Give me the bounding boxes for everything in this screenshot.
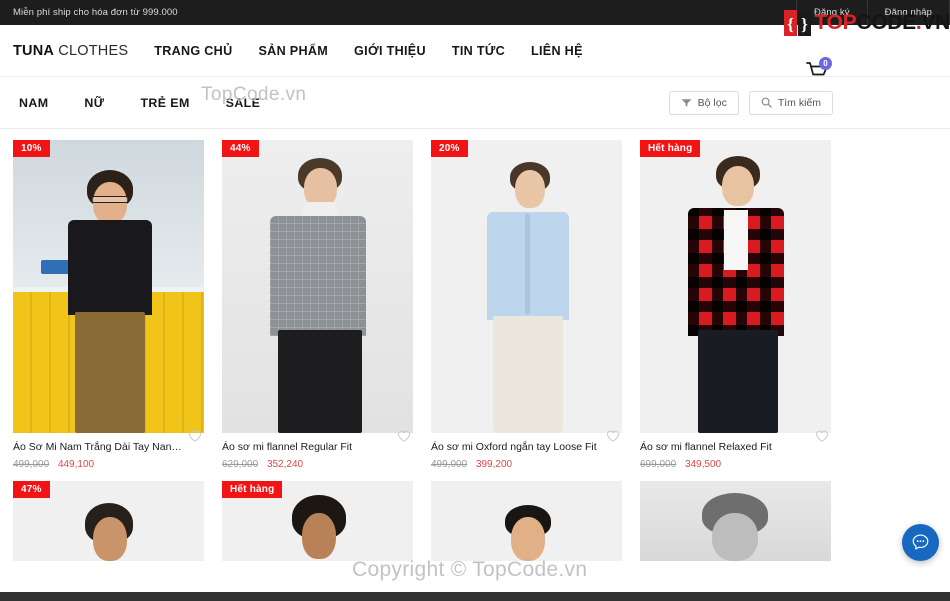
product-badge: 44% (222, 140, 259, 157)
product-photo-bw-portrait (640, 481, 831, 561)
heart-icon[interactable] (815, 429, 829, 443)
logo-top-text: TOP (814, 11, 857, 34)
category-list: NAM NỮ TRẺ EM SALE (0, 96, 260, 110)
product-price-row: 499,000 449,100 (13, 459, 204, 470)
heart-icon[interactable] (606, 429, 620, 443)
topcode-logo-watermark: { } TOPCODE.VN (783, 8, 950, 38)
product-price-old: 499,000 (431, 459, 468, 470)
category-nu[interactable]: NỮ (84, 96, 104, 110)
main-navigation: TRANG CHỦ SẢN PHẨM GIỚI THIỆU TIN TỨC LI… (154, 44, 583, 58)
brand-name-bold: TUNA (13, 42, 55, 59)
product-image (431, 481, 622, 561)
chat-bubble-icon (912, 534, 929, 550)
product-price-old: 629,000 (222, 459, 259, 470)
category-nam[interactable]: NAM (19, 96, 48, 110)
product-image: 44% (222, 140, 413, 433)
product-title: Áo sơ mi flannel Regular Fit (222, 441, 353, 453)
brand-name-light: CLOTHES (54, 42, 129, 59)
product-price-new: 449,100 (57, 459, 95, 470)
filter-icon (681, 98, 692, 107)
brand-logo[interactable]: TUNA CLOTHES (0, 43, 128, 59)
svg-text:{: { (787, 15, 794, 34)
heart-icon[interactable] (397, 429, 411, 443)
nav-item-about[interactable]: GIỚI THIỆU (354, 44, 426, 58)
product-photo-blue-oxford (431, 140, 622, 433)
product-card[interactable]: 44% Áo sơ mi flannel Regular Fit 629,000… (222, 140, 413, 470)
product-grid: 10% Áo Sơ Mi Nam Trắng Dài Tay Nano Kh..… (0, 129, 950, 561)
product-badge: Hết hàng (640, 140, 701, 157)
category-bar: NAM NỮ TRẺ EM SALE Bộ lọc Tìm kiếm (0, 77, 950, 129)
watermark-bottom: Copyright © TopCode.vn (352, 558, 588, 581)
product-image: Hết hàng (640, 140, 831, 433)
logo-vn-text: VN (921, 11, 950, 34)
category-actions: Bộ lọc Tìm kiếm (668, 90, 833, 115)
braces-logo-icon: { } (783, 8, 813, 38)
product-image (640, 481, 831, 561)
product-price-row: 699,000 349,500 (640, 459, 831, 470)
product-price-new: 352,240 (266, 459, 304, 470)
svg-text:}: } (801, 15, 808, 34)
product-price-new: 349,500 (684, 459, 722, 470)
product-photo-green-shirt (431, 481, 622, 561)
product-title: Áo sơ mi flannel Relaxed Fit (640, 441, 772, 453)
nav-item-contact[interactable]: LIÊN HỆ (531, 44, 583, 58)
product-price-row: 629,000 352,240 (222, 459, 413, 470)
product-image: 20% (431, 140, 622, 433)
page-root: Miễn phí ship cho hóa đơn từ 999.000 Đăn… (0, 0, 950, 601)
product-photo-red-plaid (640, 140, 831, 433)
product-price-old: 699,000 (640, 459, 677, 470)
product-image: 47% (13, 481, 204, 561)
product-badge: 20% (431, 140, 468, 157)
heart-icon[interactable] (188, 429, 202, 443)
search-button-label: Tìm kiếm (777, 96, 821, 109)
product-card[interactable] (431, 481, 622, 561)
search-icon (761, 97, 772, 108)
product-photo-grey-flannel (222, 140, 413, 433)
product-image: 10% (13, 140, 204, 433)
nav-item-products[interactable]: SẢN PHẨM (258, 44, 328, 58)
nav-item-home[interactable]: TRANG CHỦ (154, 44, 232, 58)
logo-code-text: CODE (856, 11, 916, 34)
topcode-logo-text: TOPCODE.VN (815, 8, 950, 38)
category-sale[interactable]: SALE (226, 96, 261, 110)
product-card[interactable]: 47% (13, 481, 204, 561)
chat-widget-button[interactable] (902, 524, 939, 561)
product-card[interactable]: Hết hàng (222, 481, 413, 561)
product-photo-station (13, 140, 204, 433)
product-badge: 47% (13, 481, 50, 498)
product-price-new: 399,200 (475, 459, 513, 470)
product-price-old: 499,000 (13, 459, 50, 470)
filter-button-label: Bộ lọc (697, 96, 727, 109)
product-image: Hết hàng (222, 481, 413, 561)
product-title: Áo Sơ Mi Nam Trắng Dài Tay Nano Kh... (13, 441, 202, 453)
product-badge: Hết hàng (222, 481, 283, 498)
product-card[interactable]: Hết hàng Áo sơ mi flannel Relaxed Fit 69… (640, 140, 831, 470)
nav-item-news[interactable]: TIN TỨC (452, 44, 505, 58)
product-badge: 10% (13, 140, 50, 157)
category-tre-em[interactable]: TRẺ EM (140, 96, 189, 110)
product-card[interactable] (640, 481, 831, 561)
product-card[interactable]: 20% Áo sơ mi Oxford ngắn tay Loose Fit 4… (431, 140, 622, 470)
cart-count-badge: 0 (819, 57, 832, 70)
search-button[interactable]: Tìm kiếm (748, 90, 833, 115)
filter-button[interactable]: Bộ lọc (668, 90, 739, 115)
product-title: Áo sơ mi Oxford ngắn tay Loose Fit (431, 441, 597, 453)
announcement-message: Miễn phí ship cho hóa đơn từ 999.000 (13, 7, 178, 18)
browser-bottom-strip (0, 592, 950, 601)
product-card[interactable]: 10% Áo Sơ Mi Nam Trắng Dài Tay Nano Kh..… (13, 140, 204, 470)
product-price-row: 499,000 399,200 (431, 459, 622, 470)
